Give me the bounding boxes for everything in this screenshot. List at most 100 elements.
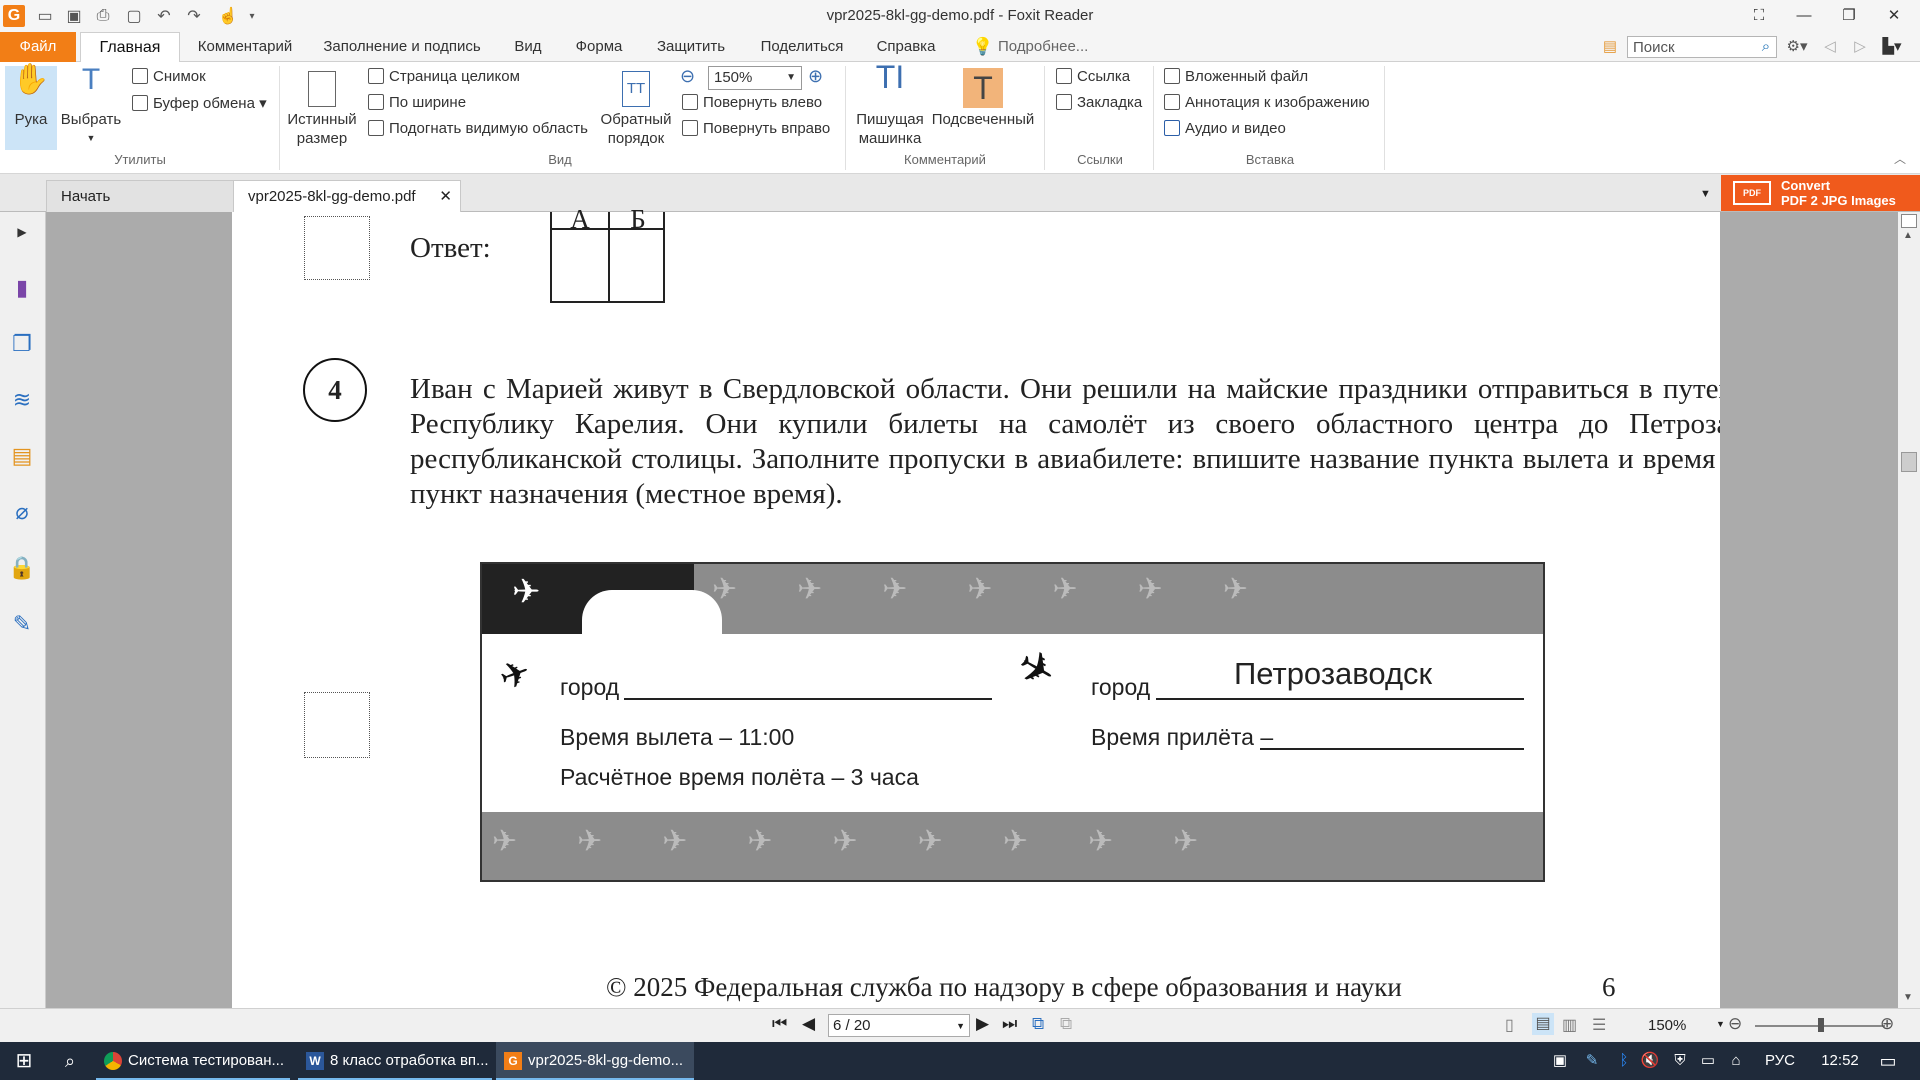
tray-pen-icon[interactable]: ✎: [1580, 1042, 1604, 1080]
departure-city-blank[interactable]: [624, 698, 992, 700]
search-input[interactable]: Поиск: [1627, 36, 1777, 58]
hand-tool-button[interactable]: ✋ Рука: [5, 65, 57, 150]
rotate-right-button[interactable]: Повернуть вправо: [682, 120, 830, 137]
bluetooth-icon[interactable]: ᛒ: [1612, 1042, 1636, 1080]
network-icon[interactable]: ⌂: [1724, 1042, 1748, 1080]
zoom-level[interactable]: 150%: [1648, 1017, 1686, 1034]
last-page-icon[interactable]: ⏭: [1002, 1014, 1017, 1034]
tab-file[interactable]: Файл: [0, 32, 76, 62]
attach-file-button[interactable]: Вложенный файл: [1164, 68, 1308, 85]
zoom-in-small-icon[interactable]: ⊕: [1880, 1014, 1894, 1034]
tab-fill-sign[interactable]: Заполнение и подпись: [312, 32, 492, 62]
find-folder-icon[interactable]: ▤: [1600, 32, 1620, 62]
taskbar-app-foxit[interactable]: G vpr2025-8kl-gg-demo...: [496, 1042, 694, 1080]
close-button[interactable]: ✕: [1872, 2, 1916, 28]
battery-icon[interactable]: ▭: [1696, 1042, 1720, 1080]
windows-security-icon[interactable]: ⛨: [1668, 1042, 1692, 1080]
taskbar-app-chrome[interactable]: Система тестирован...: [96, 1042, 290, 1080]
link-icon: [1056, 68, 1072, 84]
audio-video-button[interactable]: Аудио и видео: [1164, 120, 1286, 137]
continuous-facing-icon[interactable]: ☰: [1592, 1015, 1606, 1035]
zoom-in-icon[interactable]: ⊕: [808, 66, 823, 87]
fit-width-button[interactable]: По ширине: [368, 94, 466, 111]
tab-form[interactable]: Форма: [565, 32, 633, 62]
answer-cell-b[interactable]: [612, 232, 664, 298]
taskbar-app-word-label: 8 класс отработка вп...: [330, 1052, 489, 1069]
minimize-button[interactable]: —: [1782, 2, 1826, 28]
close-tab-icon[interactable]: ✕: [439, 181, 452, 213]
typewriter-button[interactable]: TI Пишущая машинка: [852, 61, 928, 148]
signatures-icon[interactable]: ✎: [8, 610, 36, 638]
highlight-button[interactable]: T Подсвеченный: [930, 66, 1036, 129]
tell-me[interactable]: Подробнее...: [998, 32, 1098, 62]
tray-app-icon[interactable]: ▣: [1548, 1042, 1572, 1080]
arrival-time-blank[interactable]: [1260, 748, 1524, 750]
notifications-icon[interactable]: ▭: [1868, 1042, 1908, 1080]
split-view-icon[interactable]: [1901, 214, 1917, 228]
tab-protect[interactable]: Защитить: [645, 32, 737, 62]
convert-ad-banner[interactable]: PDF Convert PDF 2 JPG Images: [1721, 175, 1920, 211]
scroll-thumb[interactable]: [1901, 452, 1917, 472]
volume-muted-icon[interactable]: 🔇: [1638, 1042, 1662, 1080]
expand-panel-icon[interactable]: ▶: [8, 218, 36, 246]
tab-document[interactable]: vpr2025-8kl-gg-demo.pdf ✕: [233, 180, 461, 212]
zoom-dropdown-icon[interactable]: ▼: [1716, 1019, 1725, 1029]
rotate-left-button[interactable]: Повернуть влево: [682, 94, 822, 111]
zoom-out-small-icon[interactable]: ⊖: [1728, 1014, 1742, 1034]
link-button[interactable]: Ссылка: [1056, 68, 1130, 85]
previous-view-icon[interactable]: ⧉: [1032, 1014, 1044, 1034]
prev-page-icon[interactable]: ◀: [802, 1014, 815, 1034]
settings-gear-icon[interactable]: ⚙▾: [1782, 32, 1812, 62]
forward-icon[interactable]: ▷: [1850, 32, 1870, 62]
snapshot-button[interactable]: Снимок: [132, 68, 206, 85]
attachments-icon[interactable]: ⌀: [8, 498, 36, 526]
pages-icon[interactable]: ❐: [8, 330, 36, 358]
reverse-order-button[interactable]: TT Обратный порядок: [598, 66, 674, 148]
next-page-icon[interactable]: ▶: [976, 1014, 989, 1034]
answer-cell-a[interactable]: [554, 232, 606, 298]
user-icon[interactable]: ▙▾: [1878, 32, 1906, 62]
tab-help[interactable]: Справка: [868, 32, 944, 62]
windows-start-icon[interactable]: ⊞: [8, 1042, 40, 1080]
system-clock[interactable]: 12:52: [1810, 1042, 1870, 1080]
tab-start[interactable]: Начать: [46, 180, 234, 212]
bookmark-button[interactable]: Закладка: [1056, 94, 1142, 111]
taskbar-app-word[interactable]: W 8 класс отработка вп...: [298, 1042, 492, 1080]
fit-visible-button[interactable]: Подогнать видимую область: [368, 120, 588, 137]
collapse-ribbon-icon[interactable]: ︿: [1894, 150, 1906, 167]
tab-share[interactable]: Поделиться: [752, 32, 852, 62]
page-number-input[interactable]: 6 / 20 ▼: [828, 1014, 970, 1037]
single-page-view-icon[interactable]: ▯: [1505, 1015, 1514, 1035]
search-icon[interactable]: ⌕: [1756, 32, 1776, 62]
comments-icon[interactable]: ▤: [8, 442, 36, 470]
image-annot-label: Аннотация к изображению: [1185, 94, 1370, 111]
vertical-scrollbar[interactable]: ▲ ▼: [1898, 212, 1920, 1008]
facing-view-icon[interactable]: ▥: [1562, 1015, 1577, 1035]
continuous-view-icon[interactable]: ▤: [1532, 1013, 1554, 1035]
layers-icon[interactable]: ≋: [8, 386, 36, 414]
fullscreen-icon[interactable]: ⛶: [1737, 2, 1781, 28]
tab-home[interactable]: Главная: [80, 32, 180, 63]
clipboard-button[interactable]: Буфер обмена ▾: [132, 94, 267, 112]
first-page-icon[interactable]: ⏮: [772, 1014, 787, 1034]
next-view-icon[interactable]: ⧉: [1060, 1014, 1072, 1034]
restore-button[interactable]: ❐: [1827, 2, 1871, 28]
tab-view[interactable]: Вид: [505, 32, 551, 62]
tab-comment[interactable]: Комментарий: [190, 32, 300, 62]
scroll-down-icon[interactable]: ▼: [1903, 992, 1913, 1003]
input-language[interactable]: РУС: [1760, 1042, 1800, 1080]
back-icon[interactable]: ◁: [1820, 32, 1840, 62]
tab-list-dropdown-icon[interactable]: ▼: [1700, 188, 1711, 200]
scroll-up-icon[interactable]: ▲: [1903, 230, 1913, 241]
image-annotation-button[interactable]: Аннотация к изображению: [1164, 94, 1370, 111]
pdf-page[interactable]: Ответ: А Б 4 Иван с Марией живут в Сверд…: [232, 204, 1846, 1008]
bookmarks-icon[interactable]: ▮: [8, 274, 36, 302]
zoom-slider-thumb[interactable]: [1818, 1018, 1824, 1032]
zoom-out-icon[interactable]: ⊖: [680, 66, 695, 87]
actual-size-button[interactable]: Истинный размер: [286, 66, 358, 148]
fit-page-button[interactable]: Страница целиком: [368, 68, 520, 85]
search-taskbar-icon[interactable]: ⌕: [54, 1042, 86, 1080]
zoom-select[interactable]: 150% ▼: [708, 66, 802, 90]
security-lock-icon[interactable]: 🔒: [8, 554, 36, 582]
select-tool-button[interactable]: T Выбрать ▼: [60, 65, 122, 148]
